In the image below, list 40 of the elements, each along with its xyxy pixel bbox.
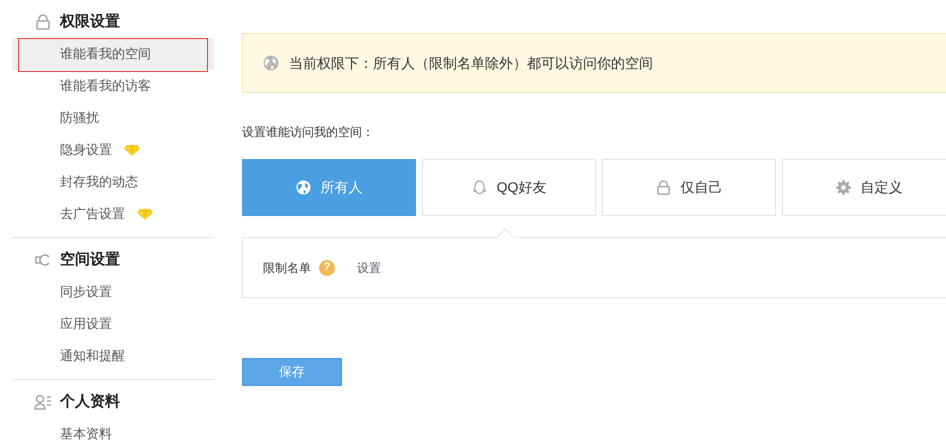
item-label: 同步设置 [60, 283, 112, 302]
group-title: 空间设置 [60, 250, 120, 270]
sidebar-item[interactable]: 基本资料 [12, 418, 214, 442]
sidebar-item[interactable]: 同步设置 [12, 276, 214, 308]
permission-option[interactable]: 仅自己 [602, 159, 776, 216]
sidebar-item[interactable]: 隐身设置 [12, 134, 214, 166]
profile-icon [34, 394, 52, 410]
item-label: 基本资料 [60, 425, 112, 442]
sidebar-item[interactable]: 应用设置 [12, 308, 214, 340]
settings-link[interactable]: 设置 [357, 258, 381, 276]
prompt-text: 设置谁能访问我的空间： [242, 124, 374, 141]
penguin-icon [472, 180, 487, 195]
plug-icon [34, 252, 52, 268]
sidebar-item[interactable]: 通知和提醒 [12, 340, 214, 372]
item-label: 谁能看我的空间 [60, 45, 151, 64]
permission-option[interactable]: QQ好友 [422, 159, 596, 216]
permission-option[interactable]: 自定义 [782, 159, 946, 216]
lock-icon [34, 14, 52, 30]
sidebar-item[interactable]: 去广告设置 [12, 198, 214, 230]
item-label: 通知和提醒 [60, 347, 125, 366]
globe-icon [296, 180, 310, 195]
sidebar-item[interactable]: 防骚扰 [12, 102, 214, 134]
item-label: 封存我的动态 [60, 173, 138, 192]
item-label: 隐身设置 [60, 141, 112, 160]
sidebar-item[interactable]: 谁能看我的空间 [12, 38, 214, 70]
diamond-icon [137, 208, 153, 220]
notice-text: 当前权限下：所有人（限制名单除外）都可以访问你的空间 [289, 54, 653, 72]
item-label: 谁能看我的访客 [60, 77, 151, 96]
gear-icon [836, 180, 850, 195]
globe-icon [263, 55, 279, 71]
sidebar-item[interactable]: 封存我的动态 [12, 166, 214, 198]
group-title: 权限设置 [60, 12, 120, 32]
group-title: 个人资料 [60, 392, 120, 412]
diamond-icon [124, 144, 140, 156]
lock-icon [656, 180, 670, 195]
blocklist-label: 限制名单 [263, 260, 311, 276]
item-label: 防骚扰 [60, 109, 99, 128]
item-label: 去广告设置 [60, 205, 125, 224]
item-label: 应用设置 [60, 315, 112, 334]
sidebar-item[interactable]: 谁能看我的访客 [12, 70, 214, 102]
